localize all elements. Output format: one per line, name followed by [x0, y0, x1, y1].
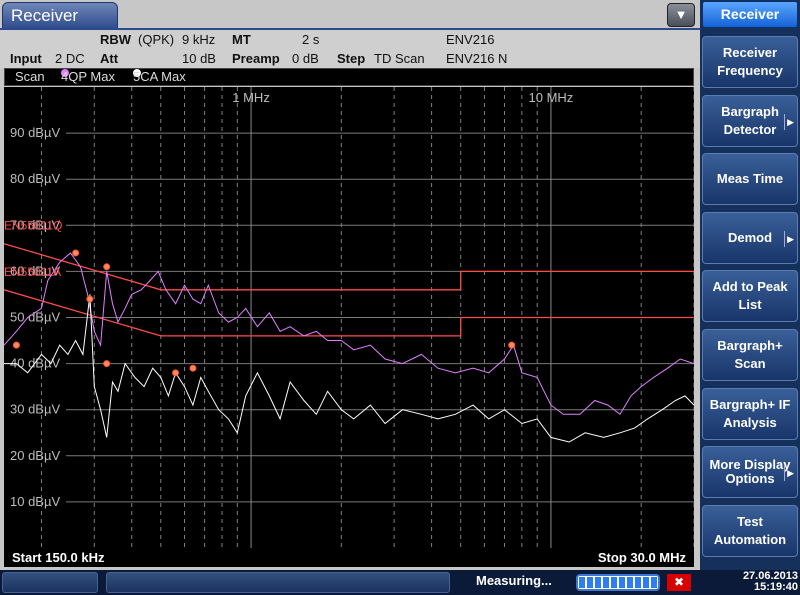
- peak-marker: [189, 364, 197, 372]
- trace-line: [4, 294, 694, 443]
- softkey-meas-time[interactable]: Meas Time: [702, 153, 798, 205]
- plot-footer: Start 150.0 kHz Stop 30.0 MHz: [4, 548, 694, 567]
- step-value: TD Scan: [374, 51, 425, 66]
- input-label: Input: [10, 51, 42, 66]
- mt-value: 2 s: [302, 32, 320, 47]
- mt-label: MT: [232, 32, 251, 47]
- rbw-value: 9 kHz: [182, 32, 216, 47]
- dropdown-menu-icon[interactable]: ▼: [667, 3, 695, 27]
- rbw-detector: (QPK): [138, 32, 175, 47]
- att-label: Att: [100, 51, 119, 66]
- start-frequency: Start 150.0 kHz: [12, 550, 105, 565]
- submenu-arrow-icon: ▶: [784, 231, 794, 247]
- trace-line: [4, 252, 694, 416]
- window-title: Receiver: [11, 6, 79, 25]
- y-tick-label: 30 dBµV: [10, 402, 60, 417]
- trace-2-label: 5CA Max: [133, 69, 186, 84]
- stop-frequency: Stop 30.0 MHz: [597, 550, 686, 565]
- submenu-arrow-icon: ▶: [784, 465, 794, 481]
- peak-marker: [86, 295, 94, 303]
- y-tick-label: 20 dBµV: [10, 448, 60, 463]
- trace-1-label: 4QP Max: [61, 69, 115, 84]
- parameter-panel: RBW (QPK) 9 kHz MT 2 s ENV216 Input 2 DC…: [0, 30, 700, 68]
- spectrum-plot[interactable]: 90 dBµV 80 dBµV 70 dBµV 60 dBµV 50 dBµV 40 dB…: [4, 87, 694, 548]
- receiver-window: Receiver ▼ RBW (QPK) 9 kHz MT 2 s ENV216…: [0, 0, 700, 570]
- peak-marker: [12, 341, 20, 349]
- window-title-tab[interactable]: Receiver: [2, 2, 118, 30]
- y-tick-label: 10 dBµV: [10, 494, 60, 509]
- peak-marker: [103, 360, 111, 368]
- limit-line: [4, 289, 694, 337]
- softkey-demod[interactable]: Demod ▶: [702, 212, 798, 264]
- peak-marker: [103, 263, 111, 271]
- input-value: 2 DC: [55, 51, 85, 66]
- y-tick-label: 50 dBµV: [10, 310, 60, 325]
- softkey-menu-title: Receiver: [702, 1, 798, 28]
- status-bar: Measuring... ✖ 27.06.2013 15:19:40: [0, 570, 800, 595]
- status-block-1[interactable]: [2, 572, 98, 593]
- peak-marker: [72, 249, 80, 257]
- progress-bar: [576, 574, 660, 591]
- softkey-panel: Receiver Receiver Frequency Bargraph Det…: [700, 0, 800, 570]
- transducer-2: ENV216 N: [446, 51, 508, 66]
- limit-line-label: EN55011Q: [4, 219, 62, 233]
- softkey-bargraph-scan[interactable]: Bargraph+ Scan: [702, 329, 798, 381]
- peak-marker: [508, 341, 516, 349]
- softkey-receiver-frequency[interactable]: Receiver Frequency: [702, 36, 798, 88]
- remote-error-icon[interactable]: ✖: [667, 574, 691, 591]
- preamp-value: 0 dB: [292, 51, 319, 66]
- scan-label: Scan: [15, 69, 45, 84]
- progress-fill: [579, 577, 657, 588]
- submenu-arrow-icon: ▶: [784, 114, 794, 130]
- softkey-more-display-options[interactable]: More Display Options ▶: [702, 446, 798, 498]
- peak-marker: [172, 369, 180, 377]
- status-text: Measuring...: [476, 573, 552, 588]
- spectrum-chart: 90 dBµV80 dBµV70 dBµV60 dBµV50 dBµV40 dB…: [4, 87, 694, 548]
- status-datetime: 27.06.2013 15:19:40: [720, 571, 798, 593]
- limit-line-label: EN55011A: [4, 265, 61, 279]
- y-tick-label: 80 dBµV: [10, 171, 60, 186]
- status-time: 15:19:40: [753, 581, 798, 593]
- softkey-bargraph-detector[interactable]: Bargraph Detector ▶: [702, 95, 798, 147]
- softkey-bargraph-if-analysis[interactable]: Bargraph+ IF Analysis: [702, 388, 798, 440]
- x-tick-label: 10 MHz: [529, 90, 574, 105]
- rbw-label: RBW: [100, 32, 132, 47]
- softkey-test-automation[interactable]: Test Automation: [702, 505, 798, 557]
- x-tick-label: 1 MHz: [232, 90, 270, 105]
- trace-legend: Scan 4QP Max 5CA Max: [4, 68, 694, 86]
- transducer-1: ENV216: [446, 32, 495, 47]
- preamp-label: Preamp: [232, 51, 280, 66]
- softkey-add-to-peak-list[interactable]: Add to Peak List: [702, 270, 798, 322]
- step-label: Step: [337, 51, 366, 66]
- att-value: 10 dB: [182, 51, 216, 66]
- status-block-2[interactable]: [106, 572, 450, 593]
- y-tick-label: 90 dBµV: [10, 125, 60, 140]
